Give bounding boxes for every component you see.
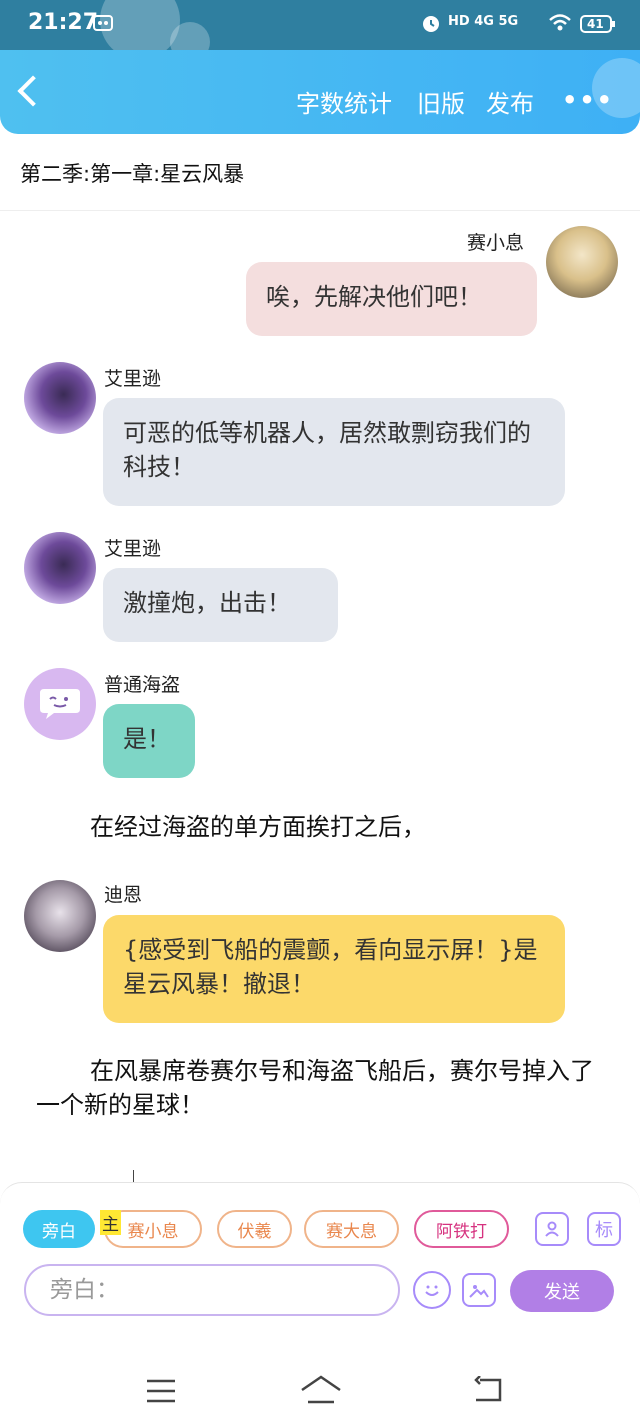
message-sender: 艾里逊 <box>104 538 162 560</box>
publish-button[interactable]: 发布 <box>486 84 534 119</box>
send-button[interactable]: 发送 <box>510 1270 614 1312</box>
back-icon[interactable] <box>17 75 49 107</box>
system-nav-bar <box>0 1340 640 1427</box>
chat-bubble[interactable]: 激撞炮，出击！ <box>103 568 338 642</box>
chat-bubble[interactable]: {感受到飞船的震颤，看向显示屏！}是星云风暴！撤退！ <box>103 915 565 1023</box>
emoji-icon[interactable] <box>413 1271 451 1309</box>
home-icon[interactable] <box>300 1374 342 1408</box>
avatar-sai-xiaoxi[interactable] <box>546 226 618 298</box>
avatar-ailixun[interactable] <box>24 362 96 434</box>
status-bar: 21:27 HD 4G 5G 41 <box>0 0 640 62</box>
message-sender: 普通海盗 <box>104 674 181 696</box>
message-sender: 迪恩 <box>104 884 143 906</box>
chat-face-icon <box>40 689 80 719</box>
message-sender: 艾里逊 <box>104 368 162 390</box>
chapter-title[interactable]: 第二季:第一章:星云风暴 <box>20 158 244 188</box>
role-chip-fuxi[interactable]: 伏羲 <box>217 1210 292 1248</box>
network-status: HD 4G 5G <box>448 14 519 29</box>
avatar-dean[interactable] <box>24 880 96 952</box>
app-notification-icon <box>92 12 114 38</box>
divider <box>0 210 640 211</box>
old-version-button[interactable]: 旧版 <box>417 84 465 119</box>
menu-icon[interactable] <box>145 1378 177 1408</box>
editor-header: 字数统计 旧版 发布 ••• <box>0 50 640 134</box>
narration-text[interactable]: 在风暴席卷赛尔号和海盗飞船后，赛尔号掉入了一个新的星球！ <box>36 1054 606 1122</box>
role-manage-icon[interactable] <box>535 1212 569 1246</box>
back-nav-icon[interactable] <box>472 1375 504 1408</box>
avatar-ailixun[interactable] <box>24 532 96 604</box>
chat-bubble[interactable]: 可恶的低等机器人，居然敢剽窃我们的科技！ <box>103 398 565 506</box>
main-role-tag: 主 <box>100 1210 121 1235</box>
image-icon[interactable] <box>462 1273 496 1307</box>
avatar-pirate[interactable] <box>24 668 96 740</box>
wifi-icon <box>548 13 572 37</box>
dialogue-input[interactable]: 旁白： <box>24 1264 400 1316</box>
mark-icon[interactable]: 标 <box>587 1212 621 1246</box>
battery-level: 41 <box>587 17 604 31</box>
role-chip-narrator[interactable]: 旁白 <box>23 1210 95 1248</box>
role-chip-sai-daxi[interactable]: 赛大息 <box>304 1210 399 1248</box>
message-sender: 赛小息 <box>467 232 525 254</box>
chat-bubble[interactable]: 是！ <box>103 704 195 778</box>
more-icon[interactable]: ••• <box>562 86 614 114</box>
alarm-icon <box>420 12 442 38</box>
role-chip-a-tieda[interactable]: 阿铁打 <box>414 1210 509 1248</box>
clock: 21:27 <box>28 10 99 35</box>
chat-bubble[interactable]: 唉，先解决他们吧！ <box>246 262 537 336</box>
narration-text[interactable]: 在经过海盗的单方面挨打之后， <box>90 810 426 844</box>
word-count-button[interactable]: 字数统计 <box>296 84 392 119</box>
